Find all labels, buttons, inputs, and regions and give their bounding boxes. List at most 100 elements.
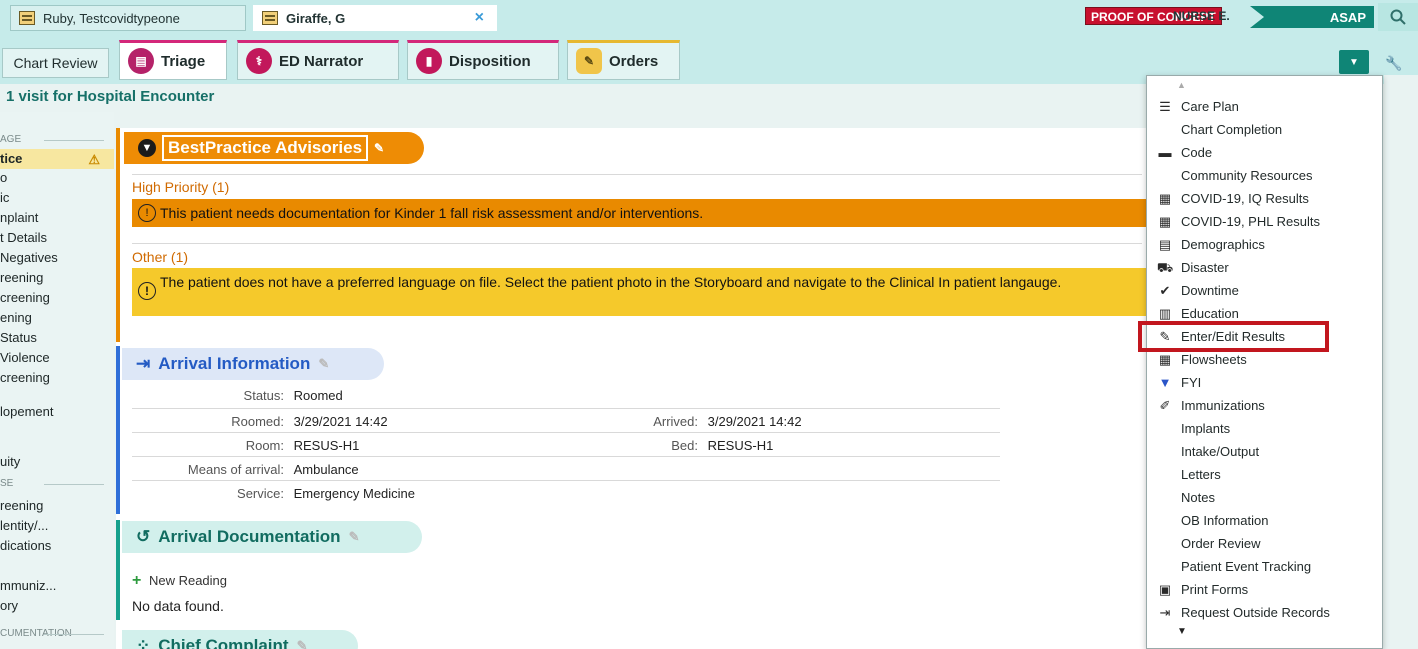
field-label: Room: [245, 438, 284, 453]
nav-item[interactable]: lopement [0, 402, 114, 422]
menu-item-disaster[interactable]: ⛟ Disaster [1147, 256, 1383, 279]
menu-item-covid-phl-results[interactable]: ▦ COVID-19, PHL Results [1147, 210, 1383, 233]
nav-item[interactable]: lentity/... [0, 516, 114, 536]
menu-item-covid-iq-results[interactable]: ▦ COVID-19, IQ Results [1147, 187, 1383, 210]
menu-item-label: Demographics [1181, 237, 1265, 252]
menu-item-downtime[interactable]: ✔ Downtime [1147, 279, 1383, 302]
wrench-icon[interactable]: 🔧 [1379, 52, 1409, 74]
menu-item-community-resources[interactable]: Community Resources [1147, 164, 1383, 187]
high-priority-advisory[interactable]: ! This patient needs documentation for K… [132, 199, 1146, 227]
tab-chart-review[interactable]: Chart Review [2, 48, 109, 78]
menu-item-demographics[interactable]: ▤ Demographics [1147, 233, 1383, 256]
nav-item[interactable]: creening [0, 368, 114, 388]
menu-item-label: Code [1181, 145, 1213, 160]
section-accent-bar [116, 346, 120, 514]
nav-item[interactable]: Negatives [0, 248, 114, 268]
close-icon[interactable]: × [475, 9, 484, 27]
narrator-icon: ⚕ [246, 48, 272, 74]
menu-item-immunizations[interactable]: ✐ Immunizations [1147, 394, 1383, 417]
menu-item-fyi[interactable]: ▼ FYI [1147, 371, 1383, 394]
patient-tab-bar: Ruby, Testcovidtypeone Giraffe, G × PROO… [0, 0, 1418, 36]
triage-main-content: ▼ BestPractice Advisories ✎ High Priorit… [116, 128, 1146, 649]
tab-orders[interactable]: ✎ Orders [567, 40, 680, 80]
tab-label: Orders [609, 52, 659, 70]
nav-item[interactable]: ic [0, 188, 114, 208]
patient-tab-ruby[interactable]: Ruby, Testcovidtypeone [10, 5, 246, 31]
other-advisory[interactable]: ! The patient does not have a preferred … [132, 268, 1146, 316]
more-activities-dropdown-button[interactable]: ▼ [1339, 50, 1369, 74]
checklist-icon: ☰ [1159, 99, 1171, 114]
menu-item-label: Disaster [1181, 260, 1229, 275]
disaster-icon: ⛟ [1156, 260, 1174, 275]
menu-item-letters[interactable]: Letters [1147, 463, 1383, 486]
bpa-section-title[interactable]: ▼ BestPractice Advisories ✎ [124, 132, 424, 164]
field-label: Means of arrival: [187, 462, 284, 477]
nav-item[interactable]: reening [0, 496, 114, 516]
field-value: Emergency Medicine [293, 486, 416, 501]
field-label: Roomed: [231, 414, 284, 429]
nav-item[interactable]: Status [0, 328, 114, 348]
nav-item[interactable]: reening [0, 268, 114, 288]
enter-edit-results-highlight [1138, 321, 1329, 352]
chevron-down-icon: ▼ [1349, 56, 1359, 68]
menu-item-implants[interactable]: Implants [1147, 417, 1383, 440]
menu-item-code[interactable]: ▬ Code [1147, 141, 1383, 164]
visit-label[interactable]: 1 visit for Hospital Encounter [6, 88, 214, 105]
scroll-down-arrow-icon[interactable]: ▼ [1177, 626, 1187, 637]
menu-item-request-outside-records[interactable]: ⇥ Request Outside Records [1147, 601, 1383, 624]
menu-item-care-plan[interactable]: ☰ Care Plan [1147, 95, 1383, 118]
nav-item[interactable]: mmuniz... [0, 576, 114, 596]
chief-complaint-section-title[interactable]: ⁘ Chief Complaint ✎ [122, 630, 358, 649]
tab-triage[interactable]: ▤ Triage [119, 40, 227, 80]
arrival-doc-section-title[interactable]: ↺ Arrival Documentation ✎ [122, 521, 422, 553]
patient-tab-label: Ruby, Testcovidtypeone [43, 10, 180, 26]
nav-item[interactable]: t Details [0, 228, 114, 248]
divider [132, 174, 1142, 175]
menu-item-label: Community Resources [1181, 168, 1313, 183]
nav-item[interactable]: Violence [0, 348, 114, 368]
fyi-flag-icon: ▼ [138, 139, 156, 157]
pencil-icon: ✎ [296, 638, 308, 649]
warning-icon: ⚠ [88, 152, 100, 167]
menu-item-label: Education [1181, 306, 1239, 321]
menu-item-chart-completion[interactable]: Chart Completion [1147, 118, 1383, 141]
arrival-info-section-title[interactable]: ⇥ Arrival Information ✎ [122, 348, 384, 380]
nav-item[interactable]: ening [0, 308, 114, 328]
asap-badge[interactable]: ASAP [1250, 6, 1374, 28]
nav-item[interactable]: uity [0, 452, 114, 472]
menu-item-label: Order Review [1181, 536, 1261, 551]
high-priority-label: High Priority (1) [132, 179, 230, 195]
field-label: Bed: [671, 438, 698, 453]
triage-icon: ▤ [128, 48, 154, 74]
new-reading-button[interactable]: + New Reading [132, 572, 227, 590]
menu-item-notes[interactable]: Notes [1147, 486, 1383, 509]
field-label: Service: [237, 486, 284, 501]
menu-item-label: COVID-19, PHL Results [1181, 214, 1320, 229]
section-title-text: Arrival Information [158, 354, 311, 373]
section-title-text: Chief Complaint [158, 636, 289, 649]
scroll-up-arrow-icon[interactable]: ▲ [1177, 80, 1186, 90]
search-button[interactable] [1378, 3, 1418, 31]
tab-ed-narrator[interactable]: ⚕ ED Narrator [237, 40, 399, 80]
nav-item-bestpractice[interactable]: tice ⚠ [0, 149, 114, 169]
menu-item-patient-event-tracking[interactable]: Patient Event Tracking [1147, 555, 1383, 578]
tab-disposition[interactable]: ▮ Disposition [407, 40, 559, 80]
nav-item[interactable]: ory [0, 596, 114, 616]
plus-icon: + [132, 572, 142, 589]
menu-item-label: Downtime [1181, 283, 1239, 298]
menu-item-label: Flowsheets [1181, 352, 1247, 367]
triage-navigator: AGE tice ⚠ o ic nplaint t Details Negati… [0, 112, 114, 649]
field-value: Roomed [293, 388, 343, 403]
nav-item[interactable]: creening [0, 288, 114, 308]
nav-item[interactable]: dications [0, 536, 114, 556]
nav-item[interactable]: nplaint [0, 208, 114, 228]
menu-item-intake-output[interactable]: Intake/Output [1147, 440, 1383, 463]
patient-tab-giraffe[interactable]: Giraffe, G × [253, 5, 497, 31]
info-alert-icon: ! [138, 282, 156, 300]
menu-item-order-review[interactable]: Order Review [1147, 532, 1383, 555]
tab-label: ED Narrator [279, 52, 364, 70]
nav-item[interactable]: o [0, 168, 114, 188]
print-icon: ▣ [1158, 582, 1172, 597]
menu-item-print-forms[interactable]: ▣ Print Forms [1147, 578, 1383, 601]
menu-item-ob-information[interactable]: OB Information [1147, 509, 1383, 532]
